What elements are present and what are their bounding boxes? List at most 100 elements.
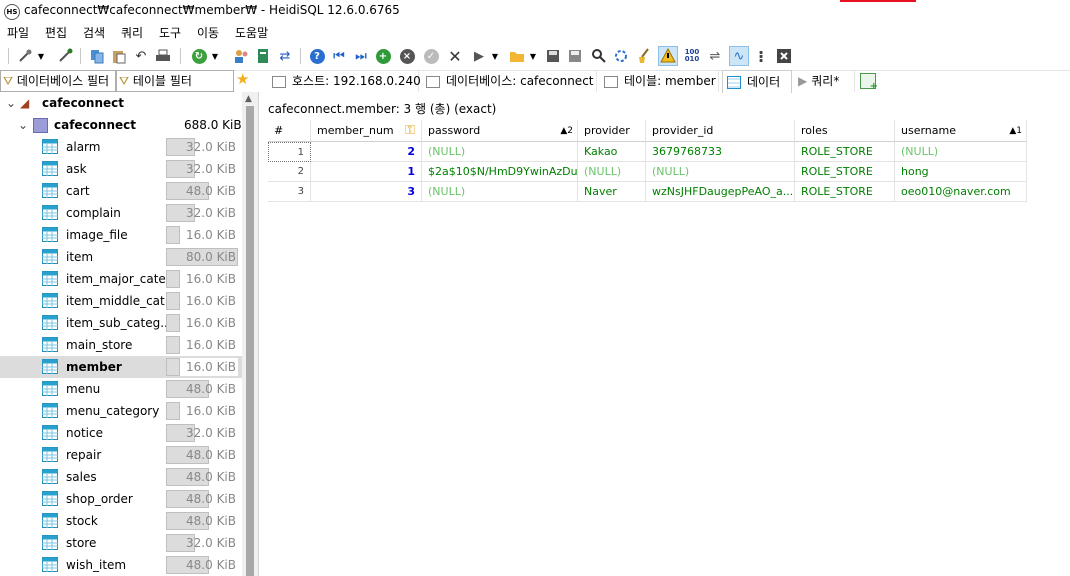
tree-table-repair[interactable]: repair 48.0 KiB xyxy=(0,444,242,466)
grid-cell-rownum[interactable]: 2 xyxy=(268,162,311,182)
undo-icon[interactable]: ↶ xyxy=(132,47,150,65)
grid-cell-rownum[interactable]: 3 xyxy=(268,182,311,202)
database-filter-input[interactable]: ⛛ 데이터베이스 필터 xyxy=(0,70,116,92)
last-record-icon[interactable]: ⏭ xyxy=(352,47,370,65)
delete-record-icon[interactable]: × xyxy=(398,47,416,65)
menu-tools[interactable]: 도구 xyxy=(159,24,181,41)
export-sql-icon[interactable] xyxy=(254,47,272,65)
open-folder-icon[interactable] xyxy=(508,47,526,65)
connect-icon[interactable] xyxy=(16,47,34,65)
new-query-tab-icon[interactable]: + xyxy=(860,73,878,92)
column-header-rownum[interactable]: # xyxy=(268,120,311,142)
insert-record-icon[interactable]: + xyxy=(374,47,392,65)
tree-table-item-sub-categ[interactable]: item_sub_categ... 16.0 KiB xyxy=(0,312,242,334)
grid-cell-username[interactable]: oeo010@naver.com xyxy=(895,182,1027,202)
tree-table-notice[interactable]: notice 32.0 KiB xyxy=(0,422,242,444)
first-record-icon[interactable]: ⏮ xyxy=(330,47,348,65)
tree-scroll-thumb[interactable] xyxy=(246,106,254,576)
copy-icon[interactable] xyxy=(88,47,106,65)
tree-table-sales[interactable]: sales 48.0 KiB xyxy=(0,466,242,488)
grid-cell-provider-id[interactable]: 3679768733 xyxy=(646,142,795,162)
help-icon[interactable]: ? xyxy=(308,47,326,65)
tree-table-complain[interactable]: complain 32.0 KiB xyxy=(0,202,242,224)
scroll-up-icon[interactable]: ▲ xyxy=(245,94,252,104)
grid-cell-password[interactable]: $2a$10$N/HmD9YwinAzDu... xyxy=(422,162,578,182)
post-record-icon[interactable]: ✓ xyxy=(422,47,440,65)
grid-cell-provider-id[interactable]: wzNsJHFDaugepPeAO_a... xyxy=(646,182,795,202)
grid-cell-member-num[interactable]: 3 xyxy=(311,182,422,202)
tree-table-menu-category[interactable]: menu_category 16.0 KiB xyxy=(0,400,242,422)
tree-table-store[interactable]: store 32.0 KiB xyxy=(0,532,242,554)
tab-query[interactable]: ▶ 쿼리* xyxy=(794,70,855,92)
tree-table-stock[interactable]: stock 48.0 KiB xyxy=(0,510,242,532)
grid-cell-password[interactable]: (NULL) xyxy=(422,182,578,202)
tree-table-item[interactable]: item 80.0 KiB xyxy=(0,246,242,268)
menu-edit[interactable]: 편집 xyxy=(45,24,67,41)
tab-table[interactable]: 테이블: member xyxy=(600,70,719,92)
column-header-provider[interactable]: provider xyxy=(578,120,646,142)
tree-table-main-store[interactable]: main_store 16.0 KiB xyxy=(0,334,242,356)
close-button-edge[interactable] xyxy=(840,0,916,2)
grid-cell-username[interactable]: (NULL) xyxy=(895,142,1027,162)
menu-query[interactable]: 쿼리 xyxy=(121,24,143,41)
grid-cell-member-num[interactable]: 2 xyxy=(311,142,422,162)
grid-cell-roles[interactable]: ROLE_STORE xyxy=(795,182,895,202)
warning-icon[interactable] xyxy=(658,46,678,66)
save-as-icon[interactable] xyxy=(566,47,584,65)
binary-icon[interactable]: 100 010 xyxy=(683,47,701,65)
tree-table-ask[interactable]: ask 32.0 KiB xyxy=(0,158,242,180)
favorites-star-icon[interactable]: ★ xyxy=(236,70,249,88)
tree-table-shop-order[interactable]: shop_order 48.0 KiB xyxy=(0,488,242,510)
tab-database[interactable]: 데이터베이스: cafeconnect xyxy=(422,70,597,92)
transfer-icon[interactable]: ⇄ xyxy=(276,47,294,65)
grid-cell-provider[interactable]: Kakao xyxy=(578,142,646,162)
connect-dropdown-icon[interactable]: ▼ xyxy=(36,47,46,65)
table-filter-input[interactable]: ⛛ 테이블 필터 xyxy=(116,70,234,92)
clear-icon[interactable] xyxy=(636,47,654,65)
column-header-roles[interactable]: roles xyxy=(795,120,895,142)
tree-table-menu[interactable]: menu 48.0 KiB xyxy=(0,378,242,400)
grid-cell-roles[interactable]: ROLE_STORE xyxy=(795,142,895,162)
user-manager-icon[interactable] xyxy=(232,47,250,65)
refresh-icon[interactable]: ↻ xyxy=(190,47,208,65)
column-header-password[interactable]: password ▲2 xyxy=(422,120,578,142)
tree-scrollbar[interactable]: ▲ xyxy=(242,92,258,576)
collapse-chevron-icon[interactable]: ⌄ xyxy=(18,118,28,132)
tree-database-node[interactable]: ⌄ cafeconnect 688.0 KiB xyxy=(0,114,242,136)
tree-table-wish-item[interactable]: wish_item 48.0 KiB xyxy=(0,554,242,576)
paste-icon[interactable] xyxy=(110,47,128,65)
collapse-chevron-icon[interactable]: ⌄ xyxy=(6,96,16,110)
grid-cell-rownum[interactable]: 1 xyxy=(268,142,311,162)
tree-table-alarm[interactable]: alarm 32.0 KiB xyxy=(0,136,242,158)
grid-cell-password[interactable]: (NULL) xyxy=(422,142,578,162)
refresh-dropdown-icon[interactable]: ▼ xyxy=(210,47,220,65)
grid-cell-provider-id[interactable]: (NULL) xyxy=(646,162,795,182)
column-header-provider-id[interactable]: provider_id xyxy=(646,120,795,142)
menu-help[interactable]: 도움말 xyxy=(235,24,268,41)
open-dropdown-icon[interactable]: ▼ xyxy=(528,47,538,65)
run-query-icon[interactable]: ▶ xyxy=(470,47,488,65)
save-icon[interactable] xyxy=(544,47,562,65)
grid-cell-username[interactable]: hong xyxy=(895,162,1027,182)
tree-server-node[interactable]: ⌄ ◢ cafeconnect xyxy=(0,92,242,114)
word-wrap-icon[interactable]: ⇌ xyxy=(706,47,724,65)
more-options-icon[interactable]: ⁝ xyxy=(752,47,770,66)
grid-cell-member-num[interactable]: 1 xyxy=(311,162,422,182)
cancel-edit-icon[interactable]: ✕ xyxy=(446,47,464,66)
tree-table-image-file[interactable]: image_file 16.0 KiB xyxy=(0,224,242,246)
grid-cell-roles[interactable]: ROLE_STORE xyxy=(795,162,895,182)
column-header-member-num[interactable]: member_num ⚿ xyxy=(311,120,422,142)
column-header-username[interactable]: username ▲1 xyxy=(895,120,1027,142)
disconnect-icon[interactable] xyxy=(56,47,74,65)
grid-cell-provider[interactable]: (NULL) xyxy=(578,162,646,182)
menu-file[interactable]: 파일 xyxy=(7,24,29,41)
tab-host[interactable]: 호스트: 192.168.0.240 xyxy=(268,70,421,92)
find-replace-icon[interactable] xyxy=(612,47,630,65)
tree-table-item-middle-cat[interactable]: item_middle_cat... 16.0 KiB xyxy=(0,290,242,312)
grid-cell-provider[interactable]: Naver xyxy=(578,182,646,202)
tab-data[interactable]: 데이터 xyxy=(722,70,792,93)
print-icon[interactable] xyxy=(154,47,172,65)
menu-goto[interactable]: 이동 xyxy=(197,24,219,41)
find-icon[interactable] xyxy=(590,47,608,65)
auto-refresh-icon[interactable]: ∿ xyxy=(729,46,749,66)
